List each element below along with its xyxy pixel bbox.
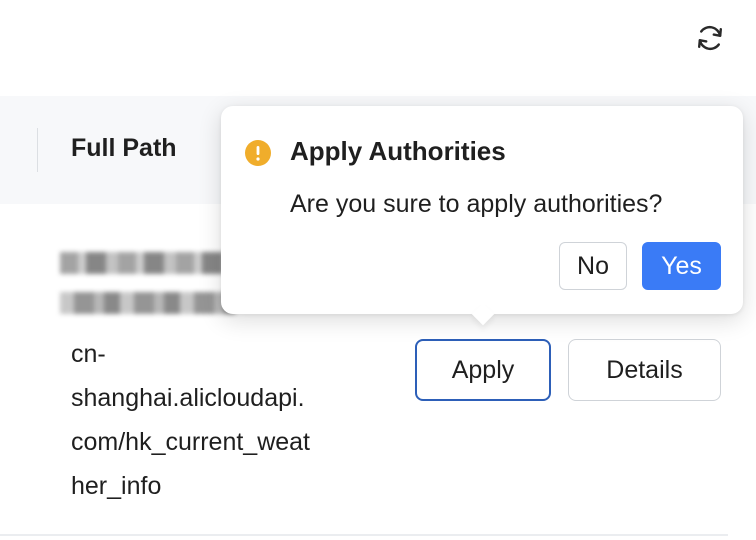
- full-path-line: her_info: [71, 472, 162, 500]
- column-divider: [37, 128, 38, 172]
- apply-button[interactable]: Apply: [415, 339, 551, 401]
- full-path-line: cn-: [71, 340, 106, 368]
- page: Full Path cn- shanghai.alicloudapi. com/…: [0, 0, 756, 540]
- apply-authorities-popconfirm: Apply Authorities Are you sure to apply …: [221, 106, 743, 326]
- details-button[interactable]: Details: [568, 339, 721, 401]
- column-header-full-path: Full Path: [71, 134, 177, 162]
- redacted-text: [60, 252, 235, 274]
- full-path-line: com/hk_current_weat: [71, 428, 311, 456]
- full-path-line: shanghai.alicloudapi.: [71, 384, 305, 412]
- popconfirm-title: Apply Authorities: [290, 136, 506, 166]
- row-divider: [0, 534, 728, 536]
- warning-icon: [245, 140, 271, 166]
- redacted-text: [60, 292, 235, 314]
- refresh-icon: [697, 25, 722, 51]
- no-button[interactable]: No: [559, 242, 627, 290]
- yes-button[interactable]: Yes: [642, 242, 721, 290]
- popconfirm-description: Are you sure to apply authorities?: [290, 190, 663, 218]
- full-path-cell: cn- shanghai.alicloudapi. com/hk_current…: [71, 332, 371, 508]
- refresh-button[interactable]: [692, 20, 728, 56]
